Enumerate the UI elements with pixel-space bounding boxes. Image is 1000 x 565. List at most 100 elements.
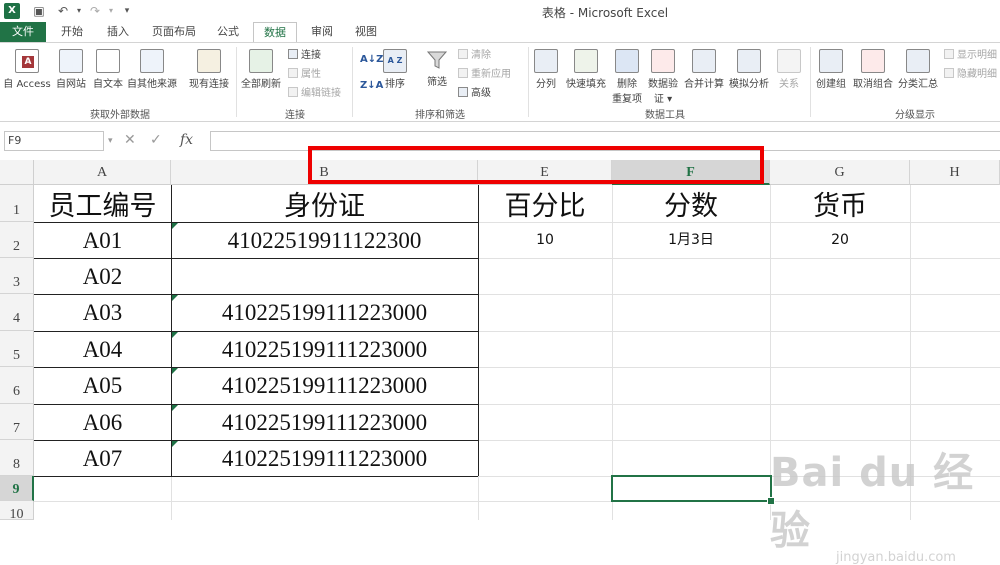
row-header-1[interactable]: 1 <box>0 185 34 222</box>
tab-page-layout[interactable]: 页面布局 <box>146 22 202 42</box>
remove-duplicates-button[interactable]: 删除 重复项 <box>610 49 644 105</box>
row-header-6[interactable]: 6 <box>0 367 34 404</box>
cell-b1[interactable]: 身份证 <box>171 185 478 222</box>
hide-detail-icon <box>944 68 954 78</box>
clear-filter-icon <box>458 49 468 59</box>
baidu-watermark: Bai du 经验 jingyan.baidu.com <box>770 440 1000 565</box>
cell-a4[interactable]: A03 <box>34 294 171 331</box>
row-header-10[interactable]: 10 <box>0 501 34 522</box>
cell-f1[interactable]: 分数 <box>612 185 770 222</box>
cell-b2[interactable]: 41022519911122300 <box>171 222 478 258</box>
from-text-button[interactable]: 自文本 <box>90 49 126 90</box>
enter-icon[interactable]: ✓ <box>150 132 162 148</box>
flash-fill-icon <box>574 49 598 73</box>
consolidate-button[interactable]: 合并计算 <box>682 49 726 90</box>
ungroup-icon <box>861 49 885 73</box>
data-validation-button[interactable]: 数据验 证 ▾ <box>646 49 680 105</box>
group-button[interactable]: 创建组 <box>812 49 850 90</box>
highlight-annotation <box>308 146 764 184</box>
title-bar: X ▣ ↶ ▾ ↷ ▾ ▾ 表格 - Microsoft Excel <box>0 0 1000 22</box>
cancel-icon[interactable]: ✕ <box>124 132 136 148</box>
cell-g1[interactable]: 货币 <box>770 185 910 222</box>
access-icon: A <box>15 49 39 73</box>
tab-formulas[interactable]: 公式 <box>208 22 248 42</box>
cell-b5[interactable]: 410225199111223000 <box>171 331 478 367</box>
row-header-7[interactable]: 7 <box>0 404 34 440</box>
row-header-3[interactable]: 3 <box>0 258 34 294</box>
watermark-sub: jingyan.baidu.com <box>836 550 956 565</box>
text-file-icon <box>96 49 120 73</box>
cell-e2[interactable]: 10 <box>478 222 612 258</box>
from-web-button[interactable]: 自网站 <box>53 49 89 90</box>
insert-function-icon[interactable]: fx <box>180 132 193 148</box>
show-detail-button[interactable]: 显示明细 <box>944 49 997 63</box>
data-validation-icon <box>651 49 675 73</box>
show-detail-icon <box>944 49 954 59</box>
other-sources-icon <box>140 49 164 73</box>
what-if-analysis-button[interactable]: 模拟分析 <box>726 49 772 90</box>
cell-f2[interactable]: 1月3日 <box>612 222 770 258</box>
filter-button[interactable]: 筛选 <box>420 49 454 88</box>
relationships-button[interactable]: 关系 <box>774 49 804 90</box>
group-label-connections: 连接 <box>285 110 305 121</box>
tab-insert[interactable]: 插入 <box>98 22 138 42</box>
tab-home[interactable]: 开始 <box>52 22 92 42</box>
refresh-all-button[interactable]: 全部刷新 <box>238 49 284 90</box>
active-cell-selection[interactable] <box>611 475 772 502</box>
window-title: 表格 - Microsoft Excel <box>541 6 669 20</box>
existing-connections-button[interactable]: 现有连接 <box>186 49 232 90</box>
sort-dialog-icon: A Z <box>383 49 407 73</box>
select-all-corner[interactable] <box>0 160 34 185</box>
name-box-dropdown-icon[interactable]: ▾ <box>108 136 113 146</box>
group-label-data-tools: 数据工具 <box>645 110 685 121</box>
column-header-a[interactable]: A <box>34 160 171 185</box>
advanced-filter-button[interactable]: 高级 <box>458 87 491 101</box>
row-header-2[interactable]: 2 <box>0 222 34 258</box>
cell-b8[interactable]: 410225199111223000 <box>171 440 478 476</box>
filter-funnel-icon <box>426 49 448 71</box>
cell-a5[interactable]: A04 <box>34 331 171 367</box>
cell-b3[interactable] <box>171 258 478 294</box>
cell-g2[interactable]: 20 <box>770 222 910 258</box>
cell-b4[interactable]: 410225199111223000 <box>171 294 478 331</box>
column-header-g[interactable]: G <box>770 160 910 185</box>
row-header-9[interactable]: 9 <box>0 476 34 501</box>
from-access-button[interactable]: A 自 Access <box>2 49 52 90</box>
tab-view[interactable]: 视图 <box>346 22 386 42</box>
subtotal-button[interactable]: 分类汇总 <box>896 49 940 90</box>
tab-file[interactable]: 文件 <box>0 22 46 42</box>
ribbon: A 自 Access 自网站 自文本 自其他来源 现有连接 获取外部数据 全部刷… <box>0 42 1000 122</box>
cell-a3[interactable]: A02 <box>34 258 171 294</box>
from-other-sources-button[interactable]: 自其他来源 <box>124 49 180 90</box>
text-to-columns-button[interactable]: 分列 <box>532 49 560 90</box>
tab-review[interactable]: 审阅 <box>302 22 342 42</box>
name-box[interactable]: F9 <box>4 131 104 151</box>
reapply-button[interactable]: 重新应用 <box>458 68 511 82</box>
sort-button[interactable]: A Z 排序 <box>380 49 410 90</box>
advanced-filter-icon <box>458 87 468 97</box>
connections-button[interactable]: 连接 <box>288 49 321 63</box>
edit-links-icon <box>288 87 298 97</box>
column-header-h[interactable]: H <box>910 160 1000 185</box>
cell-e1[interactable]: 百分比 <box>478 185 612 222</box>
cell-a6[interactable]: A05 <box>34 367 171 404</box>
edit-links-button[interactable]: 编辑链接 <box>288 87 341 101</box>
row-header-8[interactable]: 8 <box>0 440 34 476</box>
properties-button[interactable]: 属性 <box>288 68 321 82</box>
tab-data[interactable]: 数据 <box>253 22 297 42</box>
cell-a7[interactable]: A06 <box>34 404 171 440</box>
flash-fill-button[interactable]: 快速填充 <box>564 49 608 90</box>
cell-a8[interactable]: A07 <box>34 440 171 476</box>
refresh-icon <box>249 49 273 73</box>
existing-connections-icon <box>197 49 221 73</box>
cell-b6[interactable]: 410225199111223000 <box>171 367 478 404</box>
row-header-5[interactable]: 5 <box>0 331 34 367</box>
cell-a2[interactable]: A01 <box>34 222 171 258</box>
cell-a1[interactable]: 员工编号 <box>34 185 171 222</box>
hide-detail-button[interactable]: 隐藏明细 <box>944 68 997 82</box>
ribbon-tabs: 文件 开始 插入 页面布局 公式 数据 审阅 视图 <box>0 22 1000 42</box>
ungroup-button[interactable]: 取消组合 <box>850 49 896 90</box>
cell-b7[interactable]: 410225199111223000 <box>171 404 478 440</box>
clear-filter-button[interactable]: 清除 <box>458 49 491 63</box>
row-header-4[interactable]: 4 <box>0 294 34 331</box>
